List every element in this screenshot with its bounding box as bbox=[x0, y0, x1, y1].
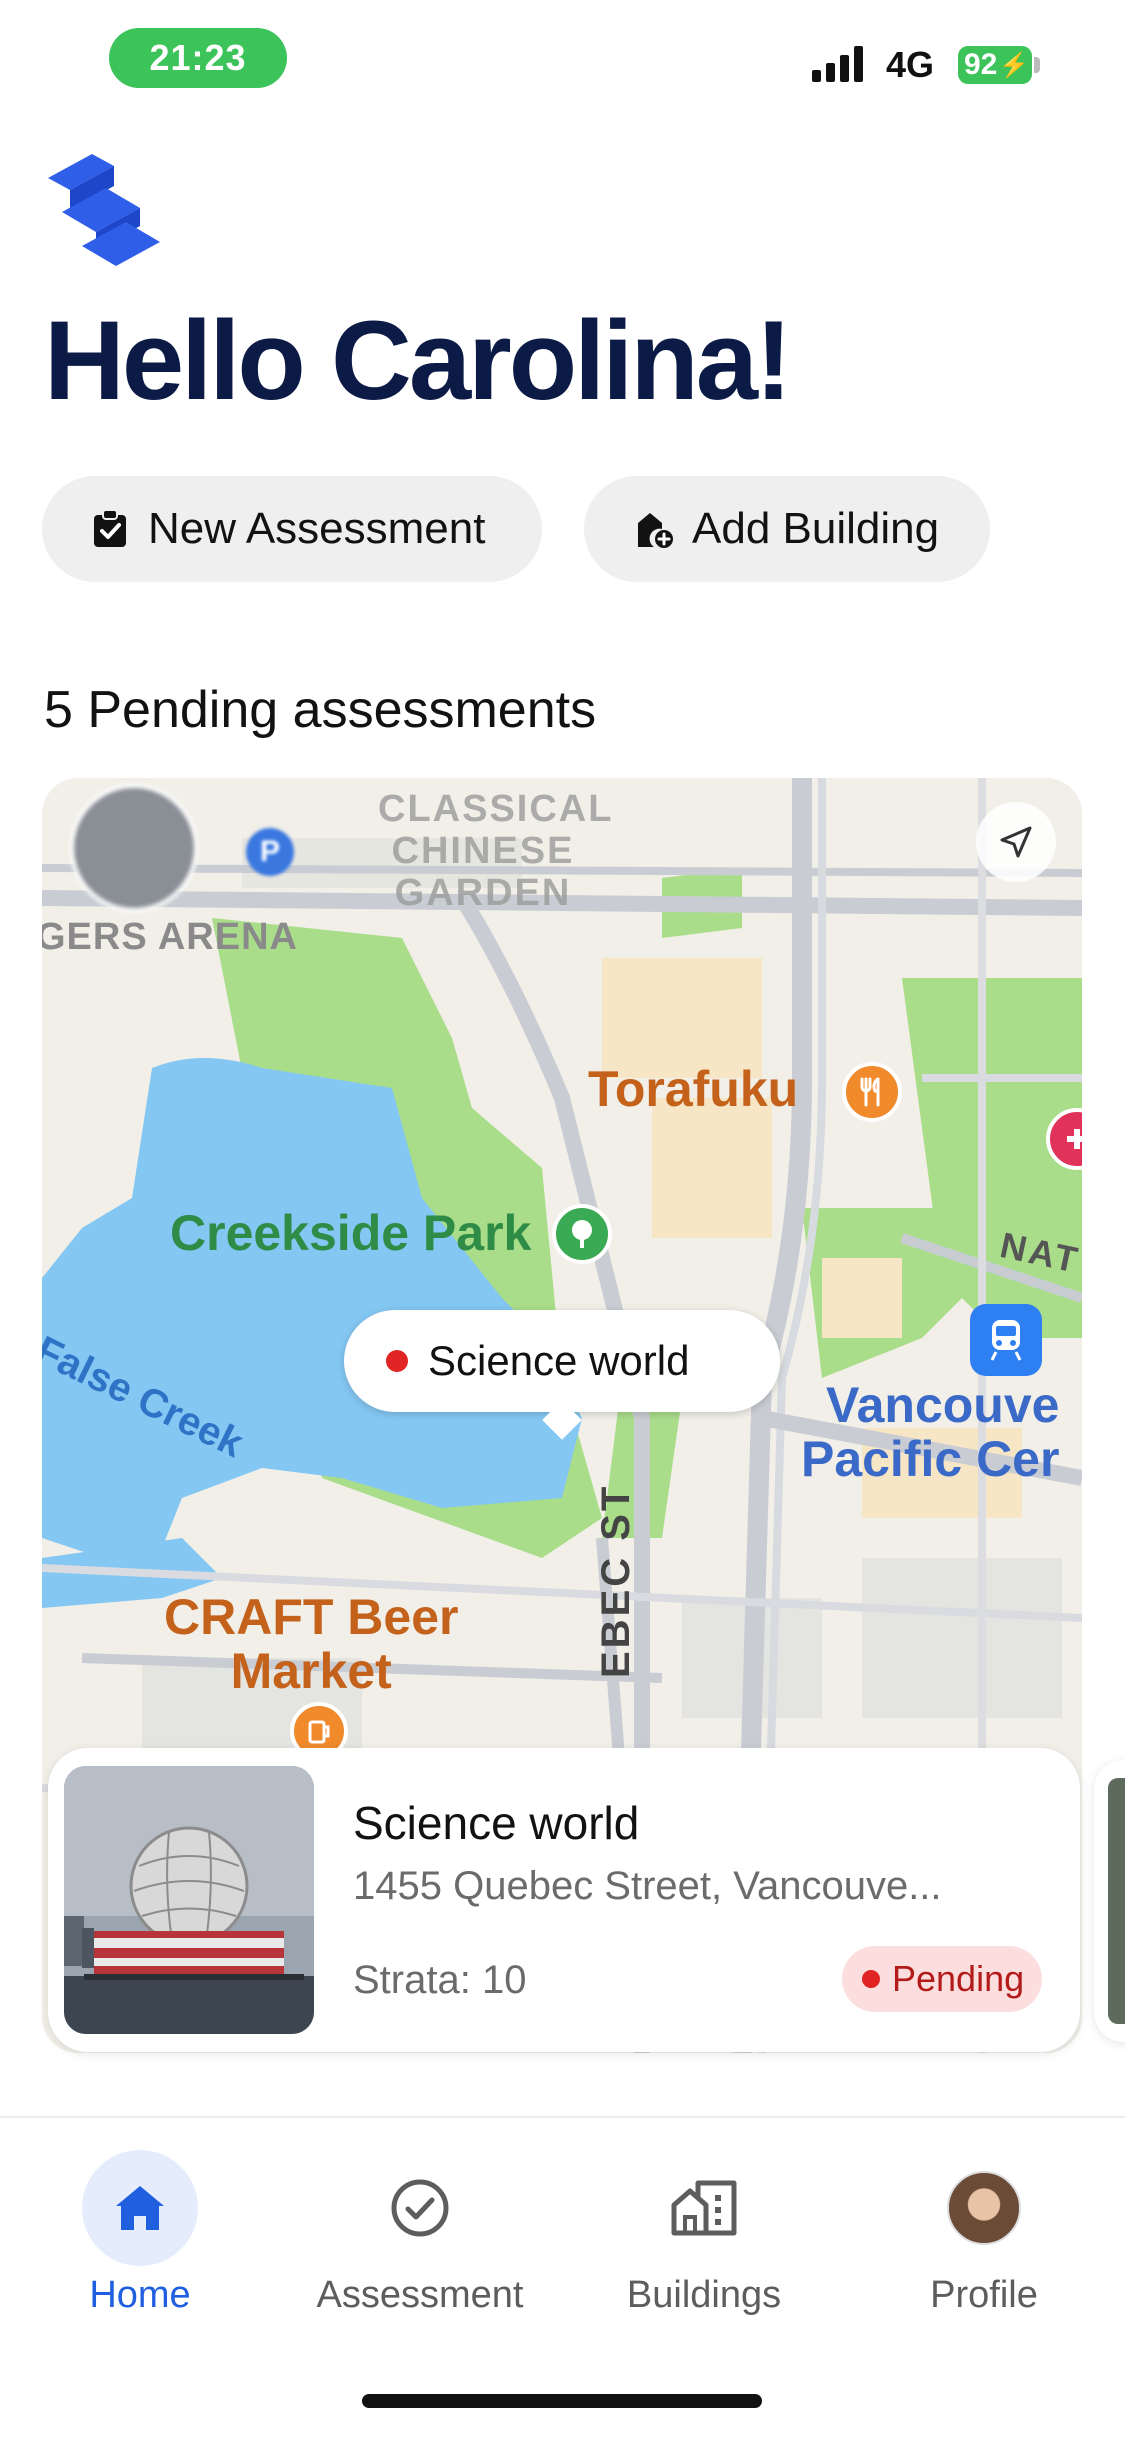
map-label-vancouver-line2: Pacific Cer bbox=[800, 1431, 1060, 1487]
pending-assessments-title: 5 Pending assessments bbox=[44, 681, 597, 739]
callout-status-dot bbox=[386, 1350, 408, 1372]
map-label-arena: GERS ARENA bbox=[42, 916, 298, 958]
map-user-avatar[interactable] bbox=[70, 784, 198, 912]
status-badge: Pending bbox=[842, 1946, 1042, 2012]
status-dot bbox=[862, 1970, 880, 1988]
greeting-title: Hello Carolina! bbox=[44, 298, 792, 423]
tab-assessment-label: Assessment bbox=[316, 2274, 524, 2316]
building-thumbnail bbox=[64, 1766, 314, 2034]
callout-label: Science world bbox=[428, 1337, 690, 1384]
card-strata: Strata: 10 bbox=[353, 1958, 527, 2002]
network-type: 4G bbox=[886, 44, 935, 85]
map-label-craft-line2: Market bbox=[230, 1643, 392, 1699]
park-tree-icon[interactable] bbox=[552, 1204, 612, 1264]
signal-icon bbox=[812, 46, 863, 82]
next-assessment-card[interactable] bbox=[1094, 1760, 1125, 2042]
science-world-callout[interactable]: Science world bbox=[344, 1310, 780, 1412]
battery-icon: 92 ⚡ bbox=[958, 46, 1032, 84]
add-building-button[interactable]: Add Building bbox=[584, 476, 990, 582]
restaurant-icon[interactable] bbox=[842, 1062, 902, 1122]
map-label-vancouver-line1: Vancouve bbox=[826, 1377, 1060, 1433]
tab-bar: Home Assessment Buildings Profile bbox=[0, 2116, 1125, 2438]
clipboard-check-icon bbox=[90, 509, 130, 549]
app-logo-icon bbox=[48, 154, 160, 266]
train-station-icon[interactable] bbox=[970, 1304, 1042, 1376]
tab-profile[interactable]: Profile bbox=[864, 2150, 1104, 2317]
map-label-craft-beer: CRAFT Beer Market bbox=[164, 1590, 458, 1698]
tab-home[interactable]: Home bbox=[20, 2150, 260, 2317]
navigation-arrow-icon bbox=[1000, 826, 1032, 858]
next-card-thumbnail bbox=[1108, 1778, 1125, 2024]
new-assessment-label: New Assessment bbox=[148, 504, 486, 553]
status-time: 21:23 bbox=[109, 28, 287, 88]
card-building-name: Science world bbox=[353, 1797, 640, 1849]
map-label-craft-line1: CRAFT Beer bbox=[164, 1589, 459, 1645]
profile-photo bbox=[947, 2171, 1021, 2245]
add-building-label: Add Building bbox=[692, 504, 940, 553]
map-label-quebec-st: EBEC ST bbox=[594, 1483, 638, 1678]
add-building-icon bbox=[634, 509, 674, 549]
map-label-chinese-garden: CLASSICAL CHINESE GARDEN bbox=[378, 788, 614, 914]
battery-level: 92 bbox=[964, 48, 998, 81]
tab-profile-label: Profile bbox=[930, 2274, 1038, 2316]
home-icon bbox=[82, 2150, 198, 2266]
map-label-torafuku: Torafuku bbox=[588, 1061, 799, 1117]
buildings-icon bbox=[646, 2150, 762, 2266]
map-label-vancouver: Vancouve Pacific Cer bbox=[801, 1377, 1060, 1486]
assessment-card[interactable]: Science world 1455 Quebec Street, Vancou… bbox=[48, 1748, 1080, 2052]
locate-me-button[interactable] bbox=[976, 802, 1056, 882]
battery-tip bbox=[1034, 57, 1040, 73]
tab-home-label: Home bbox=[89, 2274, 191, 2316]
tab-buildings[interactable]: Buildings bbox=[584, 2150, 824, 2317]
check-circle-icon bbox=[362, 2150, 478, 2266]
new-assessment-button[interactable]: New Assessment bbox=[42, 476, 542, 582]
parking-icon[interactable]: P bbox=[246, 828, 294, 876]
status-bar: 21:23 4G 92 ⚡ bbox=[0, 0, 1125, 120]
status-badge-label: Pending bbox=[892, 1958, 1025, 1999]
tab-assessment[interactable]: Assessment bbox=[300, 2150, 540, 2317]
profile-avatar bbox=[926, 2150, 1042, 2266]
map-label-creekside-park: Creekside Park bbox=[170, 1205, 532, 1261]
tab-buildings-label: Buildings bbox=[626, 2274, 782, 2316]
card-address: 1455 Quebec Street, Vancouve... bbox=[353, 1864, 942, 1908]
home-indicator bbox=[362, 2394, 762, 2408]
